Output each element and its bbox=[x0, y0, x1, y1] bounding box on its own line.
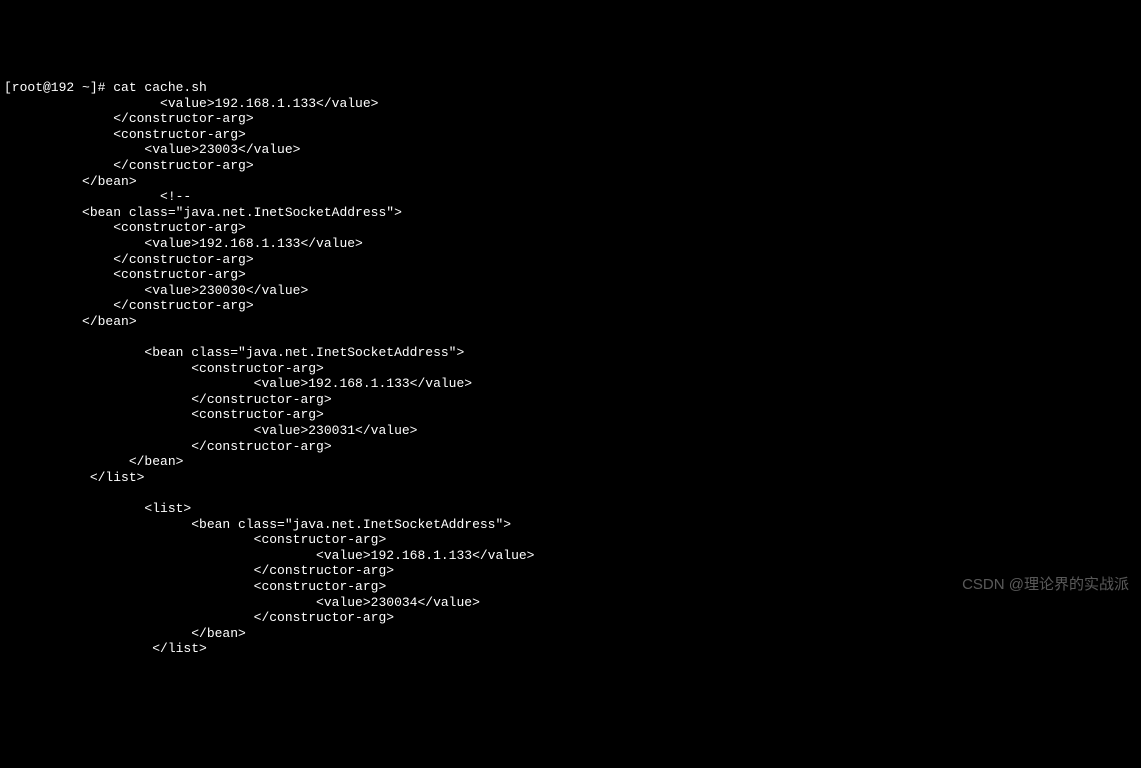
output-line: <value>192.168.1.133</value> bbox=[4, 96, 378, 111]
output-line: </list> bbox=[4, 641, 207, 656]
output-line: <bean class="java.net.InetSocketAddress"… bbox=[4, 345, 464, 360]
output-line: </constructor-arg> bbox=[4, 252, 254, 267]
output-line: </constructor-arg> bbox=[4, 392, 332, 407]
output-line: <value>230030</value> bbox=[4, 283, 308, 298]
output-line: <constructor-arg> bbox=[4, 532, 386, 547]
output-line: <!-- bbox=[4, 189, 191, 204]
output-line: </bean> bbox=[4, 626, 246, 641]
output-line: </constructor-arg> bbox=[4, 298, 254, 313]
output-line: <value>23003</value> bbox=[4, 142, 300, 157]
output-line: </bean> bbox=[4, 454, 183, 469]
output-line: <constructor-arg> bbox=[4, 267, 246, 282]
output-line: <value>230034</value> bbox=[4, 595, 480, 610]
output-line: <constructor-arg> bbox=[4, 361, 324, 376]
output-line: </list> bbox=[4, 470, 144, 485]
output-line: <constructor-arg> bbox=[4, 579, 386, 594]
output-line: </bean> bbox=[4, 174, 137, 189]
output-line: <constructor-arg> bbox=[4, 220, 246, 235]
output-line: <value>192.168.1.133</value> bbox=[4, 548, 535, 563]
output-line: </constructor-arg> bbox=[4, 610, 394, 625]
output-line: </constructor-arg> bbox=[4, 111, 254, 126]
terminal-output[interactable]: [root@192 ~]# cat cache.sh <value>192.16… bbox=[0, 62, 1141, 659]
output-line: </constructor-arg> bbox=[4, 158, 254, 173]
output-line: <value>192.168.1.133</value> bbox=[4, 236, 363, 251]
shell-prompt: [root@192 ~]# cat cache.sh bbox=[4, 80, 207, 95]
output-line: <bean class="java.net.InetSocketAddress"… bbox=[4, 205, 402, 220]
output-line: <constructor-arg> bbox=[4, 407, 324, 422]
output-line: <constructor-arg> bbox=[4, 127, 246, 142]
output-line: </constructor-arg> bbox=[4, 439, 332, 454]
output-line: <list> bbox=[4, 501, 191, 516]
output-line: </bean> bbox=[4, 314, 137, 329]
output-line: <bean class="java.net.InetSocketAddress"… bbox=[4, 517, 511, 532]
watermark-text: CSDN @理论界的实战派 bbox=[962, 576, 1129, 594]
output-line: </constructor-arg> bbox=[4, 563, 394, 578]
output-line: <value>192.168.1.133</value> bbox=[4, 376, 472, 391]
output-line: <value>230031</value> bbox=[4, 423, 417, 438]
